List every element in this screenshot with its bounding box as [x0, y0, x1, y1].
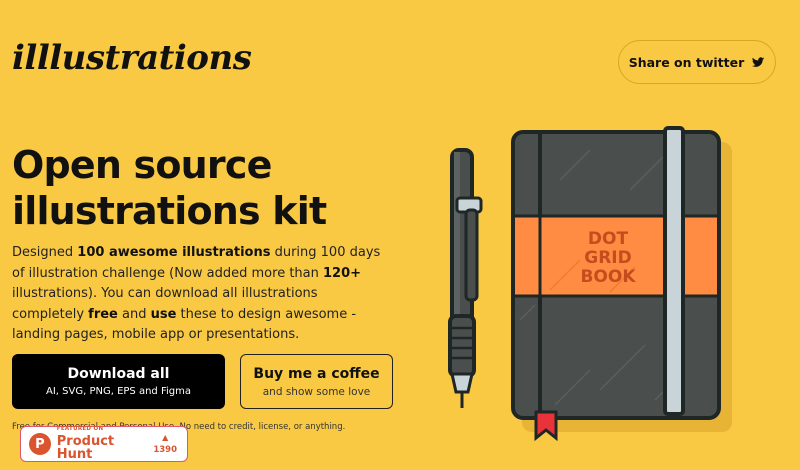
book-label-book: BOOK [580, 267, 636, 287]
desc-bold: 120+ [323, 265, 362, 281]
desc-bold: free [88, 306, 118, 322]
page-title: Open source illustrations kit [12, 142, 412, 234]
pencil-and-notebook-illustration: DOT GRID BOOK [448, 126, 732, 442]
share-on-twitter-button[interactable]: Share on twitter [618, 40, 776, 84]
book-label-dot: DOT [588, 229, 629, 249]
product-hunt-name: Product Hunt [56, 434, 115, 463]
desc-text: and [117, 306, 151, 322]
desc-bold: use [150, 306, 177, 322]
title-line-1: Open source [12, 143, 272, 187]
product-hunt-logo-icon: P [29, 433, 51, 455]
desc-text: Designed [12, 245, 78, 260]
product-hunt-text: FEATURED ON Product Hunt [56, 425, 154, 463]
download-all-button[interactable]: Download all AI, SVG, PNG, EPS and Figma [12, 354, 225, 409]
notebook-icon: DOT GRID BOOK [511, 126, 721, 442]
title-line-2: illustrations kit [12, 189, 327, 233]
buy-me-a-coffee-button[interactable]: Buy me a coffee and show some love [240, 354, 393, 409]
desc-bold: 100 awesome illustrations [77, 245, 271, 260]
product-hunt-badge[interactable]: P FEATURED ON Product Hunt ▲ 1390 [20, 426, 188, 462]
twitter-icon [752, 56, 765, 67]
share-label: Share on twitter [628, 54, 745, 70]
book-label-grid: GRID [584, 248, 631, 268]
download-formats: AI, SVG, PNG, EPS and Figma [46, 386, 191, 397]
download-label: Download all [67, 366, 170, 382]
coffee-sub: and show some love [262, 385, 371, 398]
mechanical-pencil-icon [448, 148, 483, 408]
upvote-count: ▲ 1390 [153, 432, 177, 455]
featured-on-label: FEATURED ON [56, 425, 104, 432]
coffee-label: Buy me a coffee [253, 365, 380, 382]
upvote-arrow-icon: ▲ [162, 432, 169, 442]
vote-number: 1390 [153, 444, 177, 455]
hero-description: Designed 100 awesome illustrations durin… [12, 243, 392, 346]
site-logo[interactable]: illlustrations [12, 38, 252, 78]
